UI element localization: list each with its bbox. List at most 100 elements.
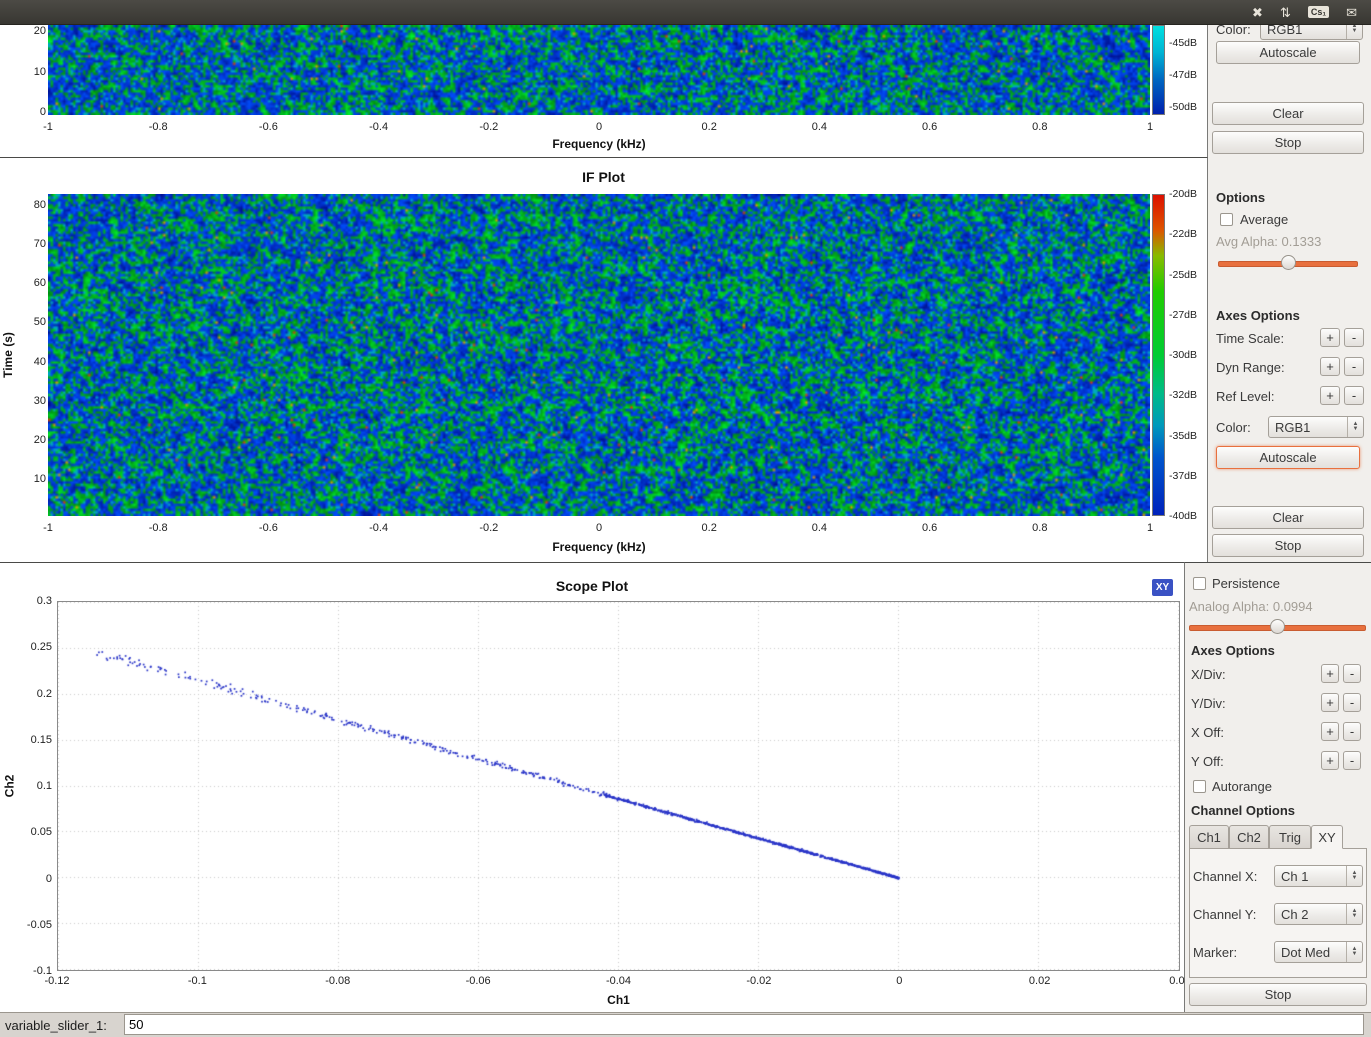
spectrum-axes-plus-button[interactable]: + [1320,328,1340,347]
x-tick-label: 0.4 [812,121,827,133]
spin-down-icon[interactable]: ▼ [1352,952,1358,957]
top-waterfall-x-axis-label: Frequency (kHz) [48,137,1150,151]
y-tick-label: 0 [46,873,52,885]
scope-x-axis: -0.12-0.1-0.08-0.06-0.04-0.0200.020.04 [57,975,1180,988]
x-tick-label: 0 [596,121,602,133]
mail-indicator-icon[interactable]: ✉ [1346,6,1357,19]
combobox-arrows[interactable]: ▲ ▼ [1346,866,1362,886]
scope-y-axis-label: Ch2 [0,601,18,971]
spectrum-axes-minus-button[interactable]: - [1344,386,1364,405]
x-tick-label: 0.6 [922,522,937,534]
channel-tab-trig[interactable]: Trig [1269,825,1311,849]
channel-x-combobox[interactable]: Ch 1 ▲ ▼ [1274,865,1363,887]
if-y-axis-label-text: Time (s) [1,332,15,378]
scope-axes-minus-button[interactable]: - [1343,751,1361,770]
autoscale-button[interactable]: Autoscale [1216,446,1360,469]
if-plot-section: IF Plot Time (s) 8070605040302010 -20dB-… [0,157,1208,562]
x-tick-label: -0.02 [746,975,771,987]
spectrum-axes-plus-button[interactable]: + [1320,357,1340,376]
autoscale-button-top[interactable]: Autoscale [1216,41,1360,64]
avg-alpha-slider[interactable] [1218,255,1358,270]
scope-axes-row-label: Y Off: [1191,754,1224,769]
variable-slider-input[interactable] [124,1014,1364,1035]
channel-x-value: Ch 1 [1275,869,1346,884]
analog-alpha-slider[interactable] [1189,619,1366,634]
y-tick-label: -22dB [1169,228,1197,240]
x-tick-label: 1 [1147,121,1153,133]
channel-tab-ch2[interactable]: Ch2 [1229,825,1269,849]
y-tick-label: 40 [34,356,46,368]
channel-options-title: Channel Options [1191,803,1295,818]
slider-handle[interactable] [1281,255,1296,270]
channel-tab-ch1[interactable]: Ch1 [1189,825,1229,849]
scope-y-axis: 0.30.250.20.150.10.050-0.05-0.1 [20,601,52,971]
x-tick-label: 0 [596,522,602,534]
scope-axes-plus-button[interactable]: + [1321,693,1339,712]
spectrum-axes-row-label: Time Scale: [1216,331,1284,346]
average-checkbox[interactable] [1220,213,1233,226]
if-x-axis: -1-0.8-0.6-0.4-0.200.20.40.60.81 [48,522,1150,535]
clear-button-top[interactable]: Clear [1212,102,1364,125]
average-label: Average [1240,212,1288,227]
slider-handle[interactable] [1270,619,1285,634]
y-tick-label: 50 [34,316,46,328]
x-tick-label: -1 [43,522,53,534]
combobox-arrows[interactable]: ▲ ▼ [1346,25,1362,39]
scope-axes-plus-button[interactable]: + [1321,664,1339,683]
scope-xy-canvas[interactable] [58,602,1179,970]
spin-down-icon[interactable]: ▼ [1352,876,1358,881]
spin-down-icon[interactable]: ▼ [1352,29,1358,34]
xy-mode-badge[interactable]: XY [1152,579,1173,596]
color-combobox[interactable]: RGB1 ▲ ▼ [1268,416,1364,438]
combobox-arrows[interactable]: ▲ ▼ [1346,942,1362,962]
scope-x-axis-label: Ch1 [57,993,1180,1007]
scope-axes-minus-button[interactable]: - [1343,664,1361,683]
updown-arrows-icon[interactable]: ⇅ [1280,6,1291,19]
scope-axes-minus-button[interactable]: - [1343,722,1361,741]
top-waterfall-section: 20100 -45dB-47dB-50dB -1-0.8-0.6-0.4-0.2… [0,25,1208,157]
x-tick-label: 0.8 [1032,522,1047,534]
x-tick-label: -0.1 [188,975,207,987]
marker-combobox[interactable]: Dot Med ▲ ▼ [1274,941,1363,963]
scope-y-axis-label-text: Ch2 [2,775,16,798]
x-tick-label: 0.02 [1029,975,1050,987]
scope-axes-plus-button[interactable]: + [1321,722,1339,741]
clear-button[interactable]: Clear [1212,506,1364,529]
combobox-arrows[interactable]: ▲ ▼ [1346,904,1362,924]
x-tick-label: -0.04 [606,975,631,987]
spectrum-axes-minus-button[interactable]: - [1344,328,1364,347]
x-tick-label: -0.08 [325,975,350,987]
y-tick-label: -0.05 [27,919,52,931]
spectrum-axes-plus-button[interactable]: + [1320,386,1340,405]
persistence-checkbox[interactable] [1193,577,1206,590]
stop-button-top[interactable]: Stop [1212,131,1364,154]
y-tick-label: 0.2 [37,688,52,700]
scope-axes-minus-button[interactable]: - [1343,693,1361,712]
channel-y-combobox[interactable]: Ch 2 ▲ ▼ [1274,903,1363,925]
keyboard-layout-indicator[interactable]: Cs₁ [1308,6,1329,18]
stop-button-scope[interactable]: Stop [1189,983,1367,1006]
y-tick-label: 0.25 [31,641,52,653]
stop-button[interactable]: Stop [1212,534,1364,557]
y-tick-label: 10 [34,473,46,485]
combobox-arrows[interactable]: ▲ ▼ [1347,417,1363,437]
persistence-label: Persistence [1212,576,1280,591]
spin-down-icon[interactable]: ▼ [1352,914,1358,919]
close-network-icon[interactable]: ✖ [1252,6,1263,19]
color-combobox-value: RGB1 [1269,420,1347,435]
autorange-checkbox[interactable] [1193,780,1206,793]
scope-axes-plus-button[interactable]: + [1321,751,1339,770]
titlebar: ✖ ⇅ Cs₁ ✉ [0,0,1371,25]
top-waterfall-canvas[interactable] [48,25,1150,115]
x-tick-label: -0.8 [149,121,168,133]
scope-plot-title: Scope Plot [0,578,1184,594]
if-waterfall-canvas[interactable] [48,194,1150,516]
color-label: Color: [1216,420,1251,435]
spectrum-axes-minus-button[interactable]: - [1344,357,1364,376]
spin-down-icon[interactable]: ▼ [1353,427,1359,432]
y-tick-label: 0.3 [37,595,52,607]
channel-tab-xy[interactable]: XY [1311,825,1343,849]
color-combobox-clipped[interactable]: RGB1 ▲ ▼ [1260,25,1363,40]
scope-plot-section: Scope Plot XY Ch2 0.30.250.20.150.10.050… [0,562,1185,1012]
y-tick-label: 70 [34,238,46,250]
